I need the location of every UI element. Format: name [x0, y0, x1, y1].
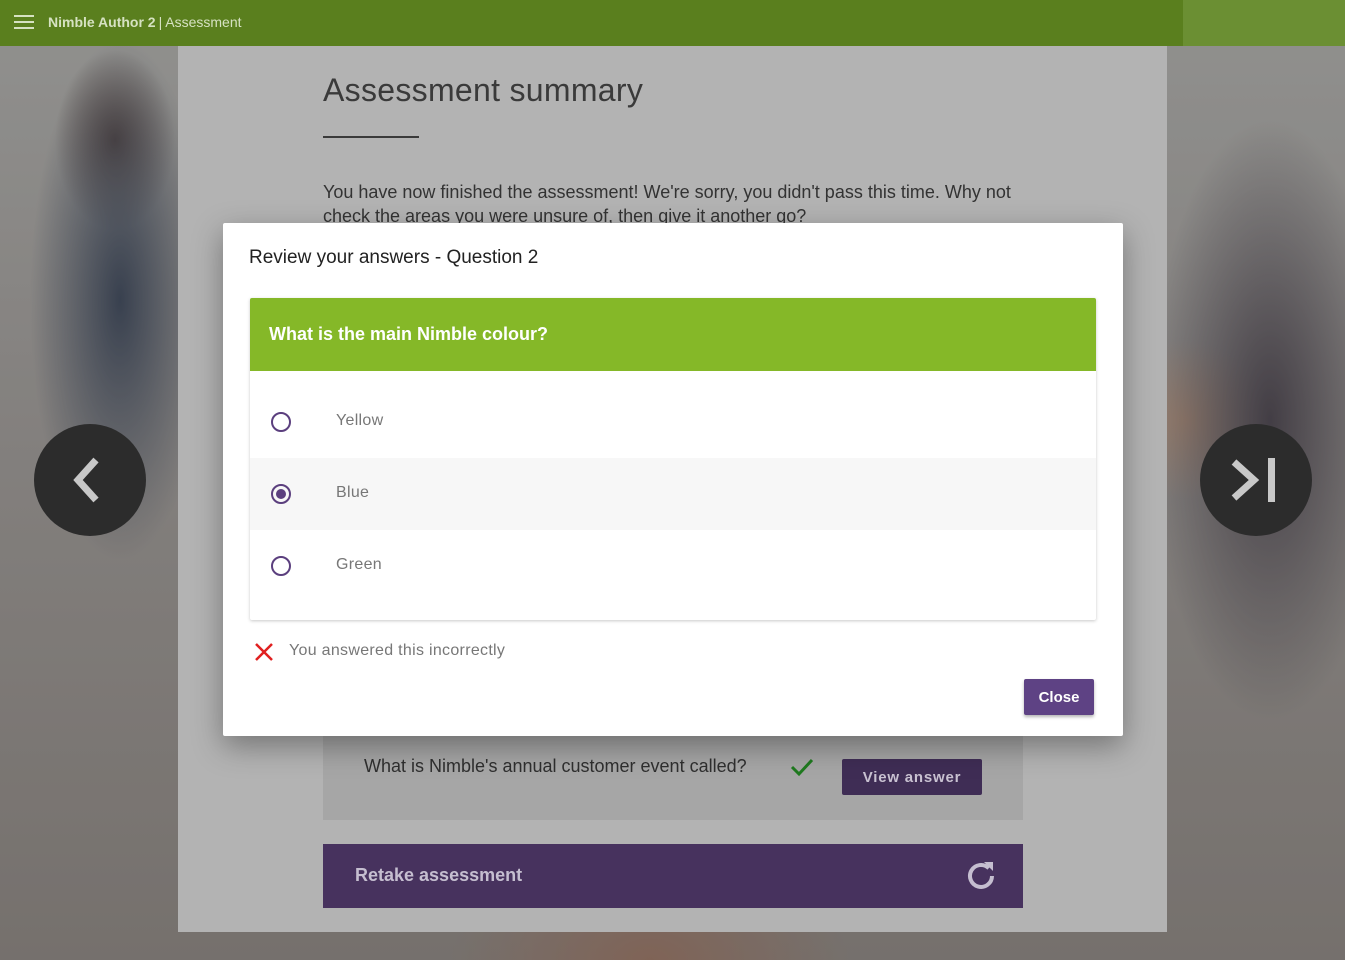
section-name: Assessment: [165, 14, 242, 30]
radio-button[interactable]: [271, 556, 291, 576]
question-header: What is the main Nimble colour?: [250, 298, 1096, 371]
top-bar-right-region: [1183, 0, 1345, 46]
refresh-icon: [968, 862, 994, 889]
dialog-title: Review your answers - Question 2: [249, 247, 539, 268]
question-text: What is the main Nimble colour?: [269, 324, 549, 344]
close-button[interactable]: Close: [1024, 679, 1094, 715]
summary-text: You have now finished the assessment! We…: [323, 182, 1011, 224]
view-answer-button[interactable]: View answer: [842, 759, 982, 795]
breadcrumb-separator: |: [158, 14, 163, 30]
top-app-bar: Nimble Author 2 | Assessment: [0, 0, 1345, 46]
feedback-text: You answered this incorrectly: [289, 642, 506, 659]
review-answer-dialog: Review your answers - Question 2 What is…: [223, 223, 1123, 736]
hamburger-menu-icon[interactable]: [14, 15, 34, 29]
page-title: Assessment summary: [323, 72, 644, 108]
question-text: What is Nimble's annual customer event c…: [364, 756, 747, 776]
question-card: What is the main Nimble colour? Yellow B…: [250, 298, 1096, 620]
option-blue[interactable]: Blue: [250, 458, 1096, 530]
option-yellow[interactable]: Yellow: [250, 386, 1096, 458]
chevron-left-icon: [73, 457, 99, 503]
next-page-button[interactable]: [1200, 424, 1312, 536]
check-icon: [790, 758, 814, 777]
option-label: Yellow: [336, 412, 384, 429]
retake-assessment-button[interactable]: Retake assessment: [323, 844, 1023, 908]
previous-page-button[interactable]: [34, 424, 146, 536]
app-name: Nimble Author 2: [48, 14, 156, 30]
close-x-icon: [255, 643, 273, 661]
title-divider: [323, 136, 419, 138]
radio-button-selected[interactable]: [271, 484, 291, 504]
question-result-row: What is Nimble's annual customer event c…: [323, 736, 1023, 820]
skip-next-icon: [1231, 458, 1275, 502]
breadcrumb: Nimble Author 2 | Assessment: [48, 14, 242, 30]
option-green[interactable]: Green: [250, 530, 1096, 602]
radio-button[interactable]: [271, 412, 291, 432]
option-label: Blue: [336, 484, 370, 501]
retake-label: Retake assessment: [355, 865, 523, 885]
option-label: Green: [336, 556, 382, 573]
